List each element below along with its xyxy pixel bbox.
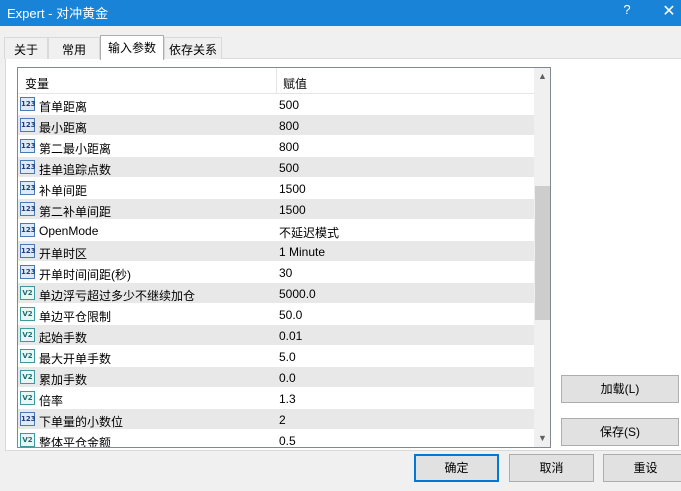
parameter-row[interactable]: 123 第二补单间距 1500 — [18, 199, 534, 220]
scroll-down-icon[interactable]: ▼ — [534, 430, 550, 447]
integer-type-icon: 123 — [20, 118, 36, 132]
parameter-row[interactable]: 123 首单距离 500 — [18, 94, 534, 115]
integer-type-icon: 123 — [20, 181, 36, 195]
parameter-value[interactable]: 不延迟模式 — [279, 224, 339, 241]
parameter-value[interactable]: 0.0 — [279, 371, 296, 385]
integer-type-icon: 123 — [20, 202, 36, 216]
parameter-row[interactable]: 123 最小距离 800 — [18, 115, 534, 136]
tab-common[interactable]: 常用 — [48, 37, 100, 59]
parameter-name: 累加手数 — [39, 373, 88, 387]
tab-inputs[interactable]: 输入参数 — [100, 35, 164, 60]
parameter-row[interactable]: V2 最大开单手数 5.0 — [18, 346, 534, 367]
parameter-row[interactable]: 123 挂单追踪点数 500 — [18, 157, 534, 178]
parameter-name: 最大开单手数 — [39, 352, 112, 366]
parameter-row[interactable]: 123 补单间距 1500 — [18, 178, 534, 199]
parameter-value[interactable]: 2 — [279, 413, 286, 427]
parameter-name: 首单距离 — [39, 100, 88, 114]
parameter-grid: 变量 赋值 123 首单距离 500 123 最小距离 800 123 第二最小距离 800 12… — [17, 67, 551, 448]
help-button[interactable]: ? — [617, 2, 637, 17]
parameter-name: 补单间距 — [39, 184, 88, 198]
double-type-icon: V2 — [20, 370, 35, 384]
integer-type-icon: 123 — [20, 265, 36, 279]
parameter-value[interactable]: 1500 — [279, 182, 306, 196]
parameter-name: 第二补单间距 — [39, 205, 112, 219]
parameter-value[interactable]: 5.0 — [279, 350, 296, 364]
scroll-thumb[interactable] — [535, 186, 550, 320]
parameter-row[interactable]: V2 倍率 1.3 — [18, 388, 534, 409]
scroll-up-icon[interactable]: ▲ — [534, 68, 550, 85]
parameter-row[interactable]: 123 OpenMode 不延迟模式 — [18, 220, 534, 241]
parameter-name: OpenMode — [39, 224, 99, 238]
title-bar: Expert - 对冲黄金 ? ✕ — [0, 0, 681, 26]
parameter-row[interactable]: V2 起始手数 0.01 — [18, 325, 534, 346]
parameter-value[interactable]: 500 — [279, 98, 299, 112]
parameter-value[interactable]: 500 — [279, 161, 299, 175]
ok-button[interactable]: 确定 — [414, 454, 499, 482]
parameter-value[interactable]: 800 — [279, 140, 299, 154]
reset-button[interactable]: 重设 — [603, 454, 681, 482]
load-button[interactable]: 加载(L) — [561, 375, 679, 403]
double-type-icon: V2 — [20, 433, 35, 447]
parameter-name: 第二最小距离 — [39, 142, 112, 156]
parameter-name: 开单时区 — [39, 247, 88, 261]
double-type-icon: V2 — [20, 391, 35, 405]
integer-type-icon: 123 — [20, 160, 36, 174]
parameter-name: 倍率 — [39, 394, 64, 408]
parameter-name: 起始手数 — [39, 331, 88, 345]
tab-dependencies[interactable]: 依存关系 — [164, 37, 222, 59]
parameter-value[interactable]: 1 Minute — [279, 245, 325, 259]
parameter-row[interactable]: V2 累加手数 0.0 — [18, 367, 534, 388]
integer-type-icon: 123 — [20, 244, 36, 258]
vertical-scrollbar[interactable]: ▲ ▼ — [534, 68, 550, 447]
close-button[interactable]: ✕ — [659, 1, 679, 21]
double-type-icon: V2 — [20, 307, 35, 321]
parameter-name: 下单量的小数位 — [39, 415, 124, 429]
parameter-value[interactable]: 800 — [279, 119, 299, 133]
parameter-row[interactable]: V2 整体平仓金额 0.5 — [18, 430, 534, 448]
double-type-icon: V2 — [20, 349, 35, 363]
parameter-value[interactable]: 0.01 — [279, 329, 302, 343]
parameter-name: 单边浮亏超过多少不继续加仓 — [39, 289, 196, 303]
parameter-row[interactable]: 123 开单时间间距(秒) 30 — [18, 262, 534, 283]
save-button[interactable]: 保存(S) — [561, 418, 679, 446]
grid-header: 变量 赋值 — [18, 68, 534, 94]
parameter-row[interactable]: V2 单边浮亏超过多少不继续加仓 5000.0 — [18, 283, 534, 304]
integer-type-icon: 123 — [20, 412, 36, 426]
parameter-value[interactable]: 30 — [279, 266, 292, 280]
integer-type-icon: 123 — [20, 97, 36, 111]
column-header-value[interactable]: 赋值 — [276, 68, 307, 94]
parameter-name: 单边平仓限制 — [39, 310, 112, 324]
cancel-button[interactable]: 取消 — [509, 454, 594, 482]
double-type-icon: V2 — [20, 328, 35, 342]
parameter-row[interactable]: V2 单边平仓限制 50.0 — [18, 304, 534, 325]
double-type-icon: V2 — [20, 286, 35, 300]
parameter-name: 开单时间间距(秒) — [39, 268, 131, 282]
window-title: Expert - 对冲黄金 — [7, 6, 109, 21]
parameter-value[interactable]: 50.0 — [279, 308, 302, 322]
parameter-rows: 123 首单距离 500 123 最小距离 800 123 第二最小距离 800 123 挂单追踪点… — [18, 94, 534, 448]
parameter-row[interactable]: 123 下单量的小数位 2 — [18, 409, 534, 430]
parameter-row[interactable]: 123 开单时区 1 Minute — [18, 241, 534, 262]
parameter-value[interactable]: 0.5 — [279, 434, 296, 447]
integer-type-icon: 123 — [20, 223, 36, 237]
parameter-name: 挂单追踪点数 — [39, 163, 112, 177]
column-header-variable[interactable]: 变量 — [18, 68, 49, 94]
parameter-name: 最小距离 — [39, 121, 88, 135]
parameter-value[interactable]: 1.3 — [279, 392, 296, 406]
tab-about[interactable]: 关于 — [4, 37, 48, 59]
integer-type-icon: 123 — [20, 139, 36, 153]
parameter-name: 整体平仓金额 — [39, 436, 112, 448]
parameter-value[interactable]: 5000.0 — [279, 287, 316, 301]
parameter-row[interactable]: 123 第二最小距离 800 — [18, 136, 534, 157]
parameter-value[interactable]: 1500 — [279, 203, 306, 217]
